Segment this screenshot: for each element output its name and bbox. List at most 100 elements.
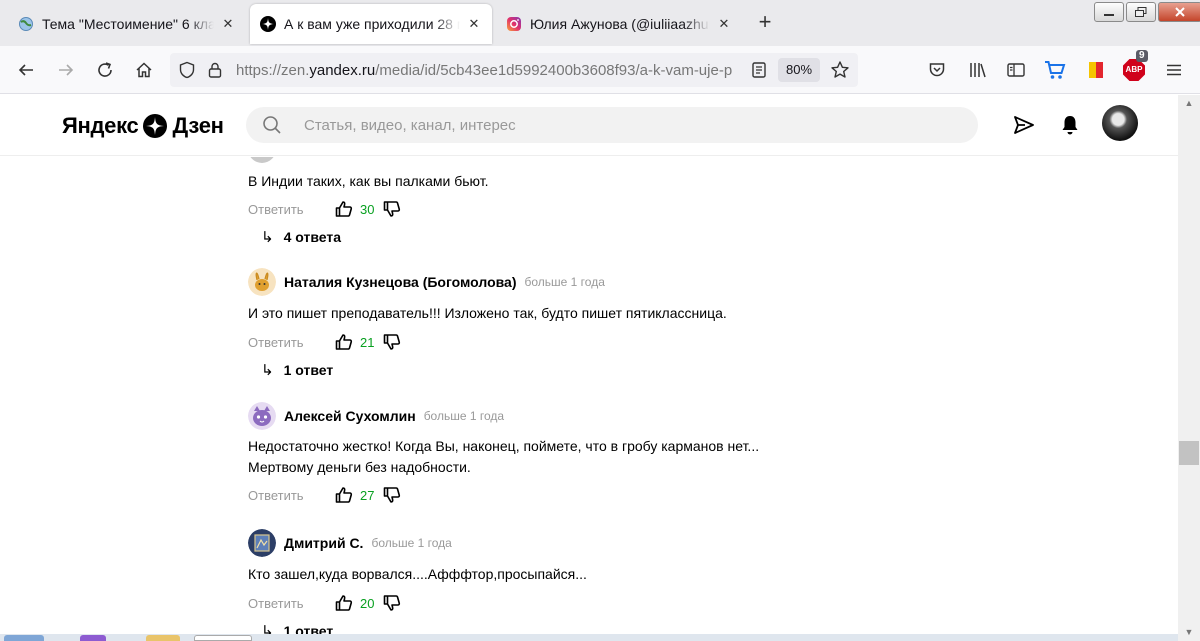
tab-title: Тема "Местоимение" 6 класс - bbox=[42, 16, 214, 32]
bell-icon bbox=[1062, 116, 1078, 135]
taskbar-app-icon[interactable] bbox=[80, 635, 106, 641]
sidebar-button[interactable] bbox=[1002, 56, 1030, 84]
taskbar-window-icon[interactable] bbox=[194, 635, 252, 641]
pocket-button[interactable] bbox=[923, 56, 951, 84]
forward-button[interactable] bbox=[52, 56, 80, 84]
close-icon[interactable]: ✕ bbox=[466, 16, 482, 32]
sidebar-icon bbox=[1007, 63, 1025, 77]
notifications-button[interactable] bbox=[1058, 113, 1082, 137]
zen-logo[interactable]: Яндекс Дзен bbox=[62, 113, 224, 139]
comment-header: Наталия Кузнецова (Богомолова) больше 1 … bbox=[248, 268, 605, 296]
thumbs-up-icon[interactable] bbox=[334, 199, 354, 219]
search-input[interactable] bbox=[304, 107, 954, 143]
logo-text-left: Яндекс bbox=[62, 113, 139, 138]
thumbs-down-icon[interactable] bbox=[382, 332, 402, 352]
close-icon bbox=[1175, 7, 1185, 17]
taskbar-start-icon[interactable] bbox=[4, 635, 44, 641]
scroll-up-icon[interactable]: ▲ bbox=[1178, 95, 1200, 112]
url-prefix: https://zen. bbox=[236, 62, 310, 79]
home-icon bbox=[136, 62, 152, 78]
shopping-extension-button[interactable] bbox=[1041, 56, 1069, 84]
new-tab-button[interactable]: + bbox=[752, 10, 778, 36]
answers-count: 4 ответа bbox=[283, 229, 341, 245]
address-bar[interactable]: https://zen.yandex.ru/media/id/5cb43ee1d… bbox=[170, 53, 858, 87]
tab-mestoimenie[interactable]: Тема "Местоимение" 6 класс - ✕ bbox=[8, 4, 246, 44]
comment-actions: Ответить 27 bbox=[248, 485, 402, 505]
send-icon bbox=[1014, 116, 1034, 134]
comment-text: Кто зашел,куда ворвался....Афффтор,просы… bbox=[248, 566, 587, 582]
reply-arrow-icon: ↳ bbox=[261, 229, 274, 246]
thumbs-down-icon[interactable] bbox=[382, 593, 402, 613]
comment-actions: Ответить 30 bbox=[248, 199, 402, 219]
comment-time: больше 1 года bbox=[423, 409, 505, 423]
like-count: 30 bbox=[360, 201, 375, 217]
comment-author[interactable]: Алексей Сухомлин bbox=[284, 408, 416, 424]
zen-star-icon bbox=[260, 16, 276, 32]
like-count: 21 bbox=[360, 334, 375, 350]
bookmark-star-icon[interactable] bbox=[830, 60, 850, 85]
bookmark-extension-button[interactable] bbox=[1082, 56, 1110, 84]
lock-icon[interactable] bbox=[206, 61, 224, 84]
reply-button[interactable]: Ответить bbox=[248, 488, 334, 503]
scroll-thumb[interactable] bbox=[1179, 441, 1199, 465]
comment-author[interactable]: Дмитрий С. bbox=[284, 535, 363, 551]
tab-title: А к вам уже приходили 28 мая bbox=[284, 16, 460, 32]
library-icon bbox=[970, 63, 986, 78]
comment-author[interactable]: Наталия Кузнецова (Богомолова) bbox=[284, 274, 517, 290]
reply-button[interactable]: Ответить bbox=[248, 202, 334, 217]
taskbar-folder-icon[interactable] bbox=[146, 635, 180, 641]
menu-button[interactable] bbox=[1160, 56, 1188, 84]
show-answers-button[interactable]: ↳ 4 ответа bbox=[261, 228, 341, 246]
home-button[interactable] bbox=[130, 56, 158, 84]
search-box[interactable] bbox=[246, 107, 978, 143]
close-icon[interactable]: ✕ bbox=[716, 16, 732, 32]
os-taskbar bbox=[0, 634, 1178, 641]
cat-avatar[interactable] bbox=[248, 402, 276, 430]
window-close-button[interactable] bbox=[1158, 2, 1200, 22]
messenger-button[interactable] bbox=[1012, 113, 1036, 137]
thumbs-up-icon[interactable] bbox=[334, 485, 354, 505]
url-text[interactable]: https://zen.yandex.ru/media/id/5cb43ee1d… bbox=[236, 62, 742, 79]
minimize-button[interactable] bbox=[1094, 2, 1124, 22]
hamburger-icon bbox=[1167, 64, 1181, 76]
tab-zen-article[interactable]: А к вам уже приходили 28 мая ✕ bbox=[250, 4, 492, 44]
close-icon[interactable]: ✕ bbox=[220, 16, 236, 32]
reader-view-icon[interactable] bbox=[750, 61, 768, 84]
browser-tab-strip: Тема "Местоимение" 6 класс - ✕ А к вам у… bbox=[0, 0, 1200, 46]
reload-button[interactable] bbox=[91, 56, 119, 84]
reply-button[interactable]: Ответить bbox=[248, 335, 334, 350]
page-scrollbar[interactable]: ▲ ▼ bbox=[1178, 95, 1200, 641]
scroll-down-icon[interactable]: ▼ bbox=[1178, 624, 1200, 641]
back-button[interactable] bbox=[12, 56, 40, 84]
zoom-level[interactable]: 80% bbox=[778, 58, 821, 82]
thumbs-down-icon[interactable] bbox=[382, 485, 402, 505]
show-answers-button[interactable]: ↳ 1 ответ bbox=[261, 361, 333, 379]
instagram-icon bbox=[506, 16, 522, 32]
tab-instagram[interactable]: Юлия Ажунова (@iuliiaazhunova ✕ bbox=[496, 4, 742, 44]
picture-avatar[interactable] bbox=[248, 529, 276, 557]
url-domain: yandex.ru bbox=[309, 62, 376, 79]
comment-text-line: Недостаточно жестко! Когда Вы, наконец, … bbox=[248, 438, 760, 454]
adblock-label: ABP bbox=[1125, 65, 1143, 74]
zen-star-icon bbox=[143, 114, 168, 138]
thumbs-down-icon[interactable] bbox=[382, 199, 402, 219]
answers-count: 1 ответ bbox=[283, 362, 334, 378]
library-button[interactable] bbox=[964, 56, 992, 84]
shield-icon[interactable] bbox=[178, 61, 196, 84]
reply-button[interactable]: Ответить bbox=[248, 596, 334, 611]
logo-text-right: Дзен bbox=[172, 113, 224, 138]
thumbs-up-icon[interactable] bbox=[334, 593, 354, 613]
restore-button[interactable] bbox=[1126, 2, 1156, 22]
adblock-button[interactable]: ABP 9 bbox=[1120, 50, 1148, 84]
like-count: 20 bbox=[360, 595, 375, 611]
user-avatar[interactable] bbox=[1102, 105, 1138, 141]
globe-icon bbox=[18, 16, 34, 32]
comment-time: больше 1 года bbox=[524, 275, 605, 289]
comment-actions: Ответить 20 bbox=[248, 593, 402, 613]
cart-icon bbox=[1045, 61, 1066, 79]
search-icon bbox=[262, 115, 282, 140]
thumbs-up-icon[interactable] bbox=[334, 332, 354, 352]
comment-time: больше 1 года bbox=[371, 536, 452, 550]
bunny-avatar[interactable] bbox=[248, 268, 276, 296]
adblock-count-badge: 9 bbox=[1136, 50, 1148, 62]
